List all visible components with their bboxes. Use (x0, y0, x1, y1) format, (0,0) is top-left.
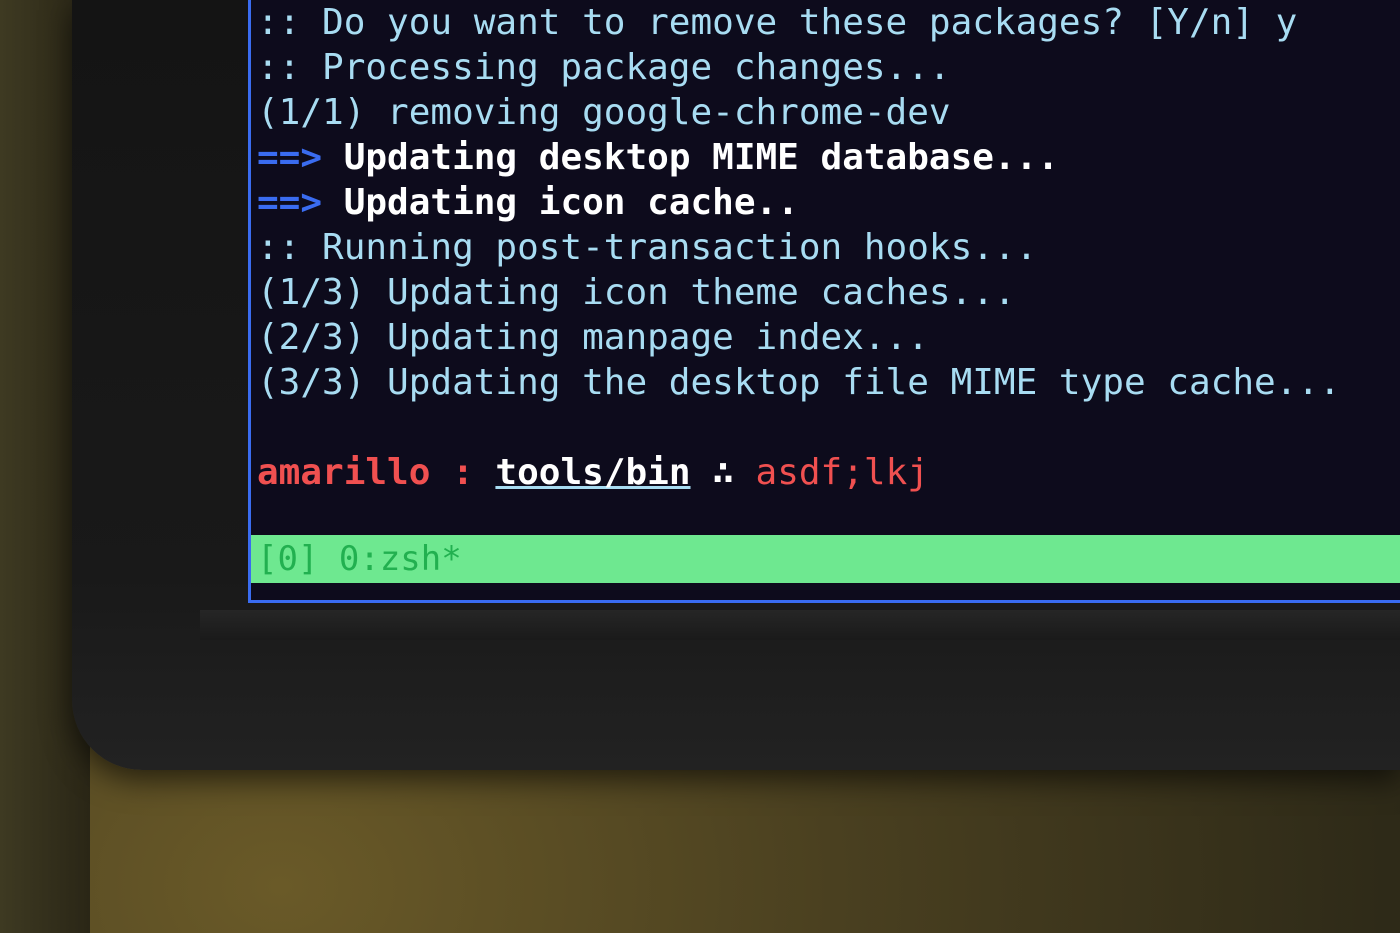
terminal-output: :: Do you want to remove these packages?… (257, 0, 1341, 495)
command-input[interactable]: asdf;lkj (756, 452, 929, 493)
prompt-path: tools/bin (495, 452, 691, 493)
output-line: :: Processing package changes... (257, 45, 1341, 90)
output-line: :: Do you want to remove these packages?… (257, 0, 1341, 45)
line-text: Updating desktop MIME database... (322, 137, 1059, 178)
line-text: Updating icon cache.. (322, 182, 799, 223)
line-text: :: Processing package changes... (257, 47, 951, 88)
line-text: (1/1) removing google-chrome-dev (257, 92, 951, 133)
output-line: ==> Updating icon cache.. (257, 180, 1341, 225)
line-text: (2/3) Updating manpage index... (257, 317, 929, 358)
monitor-bezel-lip (200, 610, 1400, 640)
prompt-symbol: ∴ (690, 452, 756, 493)
arrow-marker: ==> (257, 137, 323, 178)
line-text: :: Do you want to remove these packages?… (257, 2, 1298, 43)
output-line: ==> Updating desktop MIME database... (257, 135, 1341, 180)
output-line: (1/1) removing google-chrome-dev (257, 90, 1341, 135)
prompt-line[interactable]: amarillo : tools/bin ∴ asdf;lkj (257, 450, 1341, 495)
line-text: (1/3) Updating icon theme caches... (257, 272, 1016, 313)
tmux-window-list[interactable]: [0] 0:zsh* (257, 539, 462, 579)
output-line: (3/3) Updating the desktop file MIME typ… (257, 360, 1341, 405)
output-line: (1/3) Updating icon theme caches... (257, 270, 1341, 315)
terminal-window[interactable]: :: Do you want to remove these packages?… (248, 0, 1400, 603)
line-text: (3/3) Updating the desktop file MIME typ… (257, 362, 1341, 403)
output-line: (2/3) Updating manpage index... (257, 315, 1341, 360)
line-text: :: Running post-transaction hooks... (257, 227, 1038, 268)
tmux-status-bar: [0] 0:zsh* (251, 535, 1400, 583)
output-line: :: Running post-transaction hooks... (257, 225, 1341, 270)
arrow-marker: ==> (257, 182, 323, 223)
prompt-host: amarillo (257, 452, 431, 493)
prompt-separator: : (430, 452, 496, 493)
